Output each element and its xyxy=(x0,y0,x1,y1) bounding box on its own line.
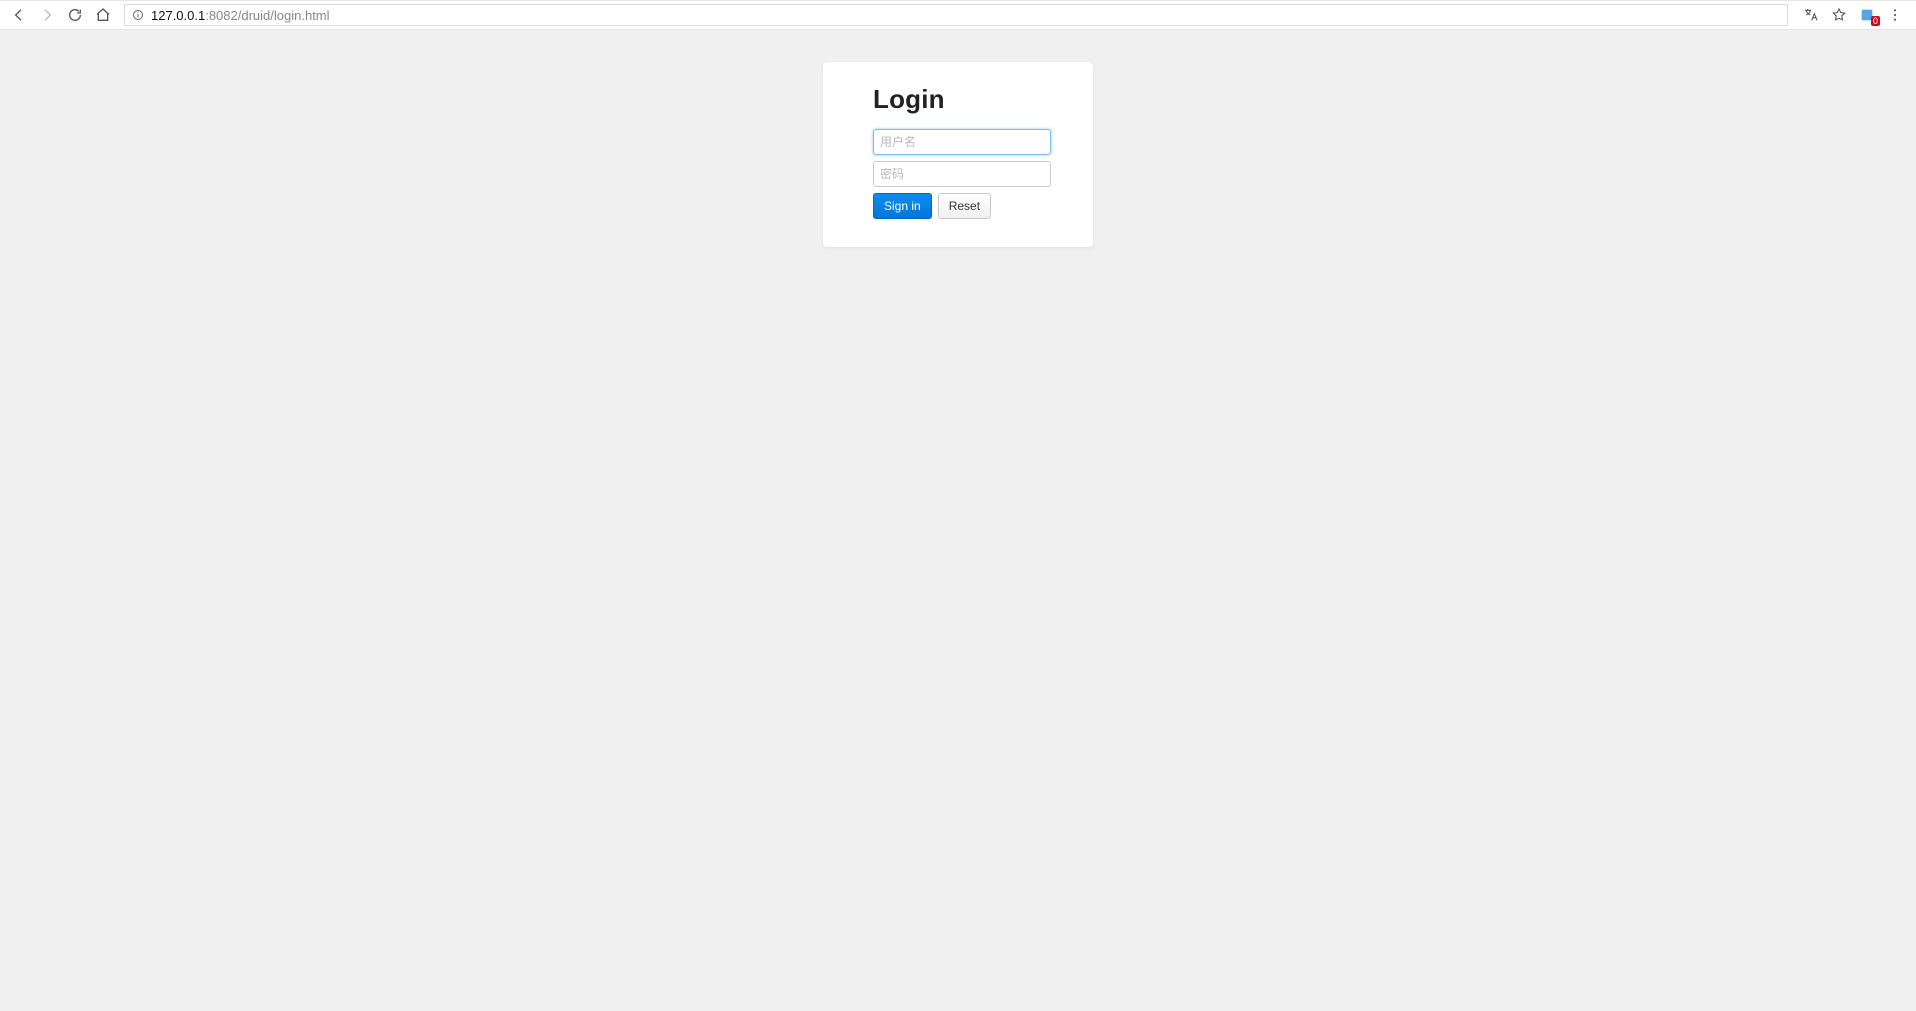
login-card: Login Sign in Reset xyxy=(823,62,1093,247)
kebab-menu-icon[interactable] xyxy=(1886,6,1904,24)
address-bar[interactable]: 127.0.0.1:8082/druid/login.html xyxy=(124,4,1788,26)
toolbar-right-icons: 0 xyxy=(1796,6,1910,24)
password-field[interactable] xyxy=(873,161,1051,187)
reset-button[interactable]: Reset xyxy=(938,193,991,219)
home-icon[interactable] xyxy=(94,6,112,24)
sign-in-button[interactable]: Sign in xyxy=(873,193,932,219)
url-path: :8082/druid/login.html xyxy=(205,8,329,23)
browser-toolbar: 127.0.0.1:8082/druid/login.html 0 xyxy=(0,0,1916,30)
login-heading: Login xyxy=(873,84,1043,115)
reload-icon[interactable] xyxy=(66,6,84,24)
extension-badge: 0 xyxy=(1871,16,1880,26)
back-icon[interactable] xyxy=(10,6,28,24)
extension-icon[interactable]: 0 xyxy=(1858,6,1876,24)
username-field[interactable] xyxy=(873,129,1051,155)
bookmark-star-icon[interactable] xyxy=(1830,6,1848,24)
nav-icons xyxy=(6,6,116,24)
url-host: 127.0.0.1 xyxy=(151,8,205,23)
forward-icon xyxy=(38,6,56,24)
page-body: Login Sign in Reset xyxy=(0,30,1916,1011)
url-text: 127.0.0.1:8082/druid/login.html xyxy=(151,8,330,23)
button-row: Sign in Reset xyxy=(873,193,1043,219)
translate-icon[interactable] xyxy=(1802,6,1820,24)
site-info-icon[interactable] xyxy=(131,8,145,22)
